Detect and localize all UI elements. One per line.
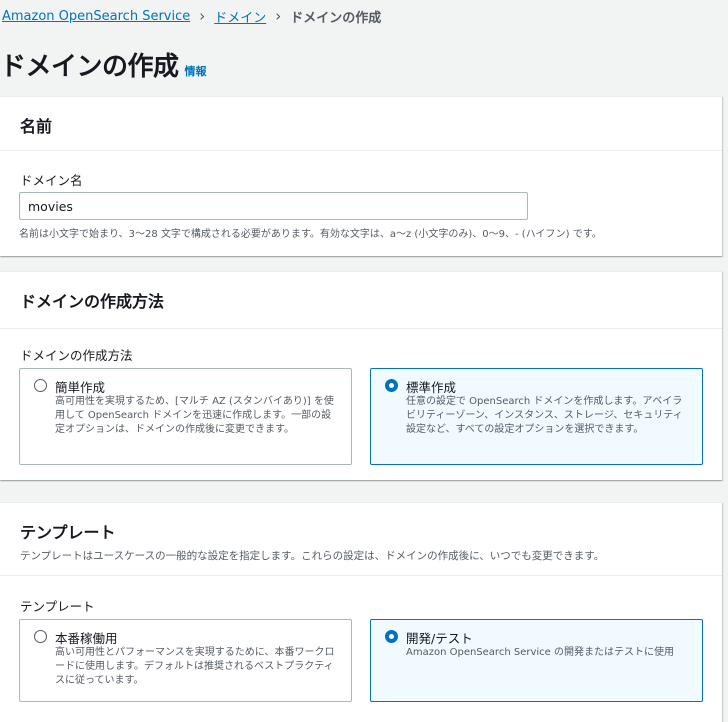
dev-test-description: Amazon OpenSearch Service の開発またはテストに使用 — [406, 647, 674, 658]
creation-method-label: ドメインの作成方法 — [20, 348, 133, 363]
page-title: ドメインの作成 — [0, 52, 179, 82]
creation-method-panel: ドメインの作成方法 ドメインの作成方法 簡単作成 高可用性を実現するため、[マル… — [0, 271, 722, 480]
production-option[interactable]: 本番稼働用 高い可用性とパフォーマンスを実現するために、本番ワークロードに使用し… — [19, 619, 352, 702]
name-panel-header: 名前 — [0, 97, 722, 151]
radio-button-icon[interactable] — [34, 630, 47, 643]
easy-create-title: 簡単作成 — [55, 380, 106, 395]
easy-create-option[interactable]: 簡単作成 高可用性を実現するため、[マルチ AZ (スタンバイあり)] を使用し… — [19, 368, 352, 465]
domain-name-label: ドメイン名 — [20, 173, 83, 188]
radio-button-selected-icon[interactable] — [385, 379, 398, 392]
page-header: ドメインの作成 情報 — [0, 46, 207, 83]
standard-create-title: 標準作成 — [406, 380, 457, 395]
domain-name-input[interactable] — [19, 192, 528, 220]
template-label: テンプレート — [20, 599, 95, 614]
dev-test-title: 開発/テスト — [406, 631, 473, 646]
template-panel: テンプレート テンプレートはユースケースの一般的な設定を指定します。これらの設定… — [0, 502, 722, 722]
name-panel-heading: 名前 — [20, 117, 53, 136]
radio-button-selected-icon[interactable] — [385, 630, 398, 643]
template-header: テンプレート テンプレートはユースケースの一般的な設定を指定します。これらの設定… — [0, 503, 722, 576]
breadcrumb: Amazon OpenSearch Service › ドメイン › ドメインの… — [2, 7, 382, 27]
production-title: 本番稼働用 — [55, 631, 118, 646]
breadcrumb-opensearch-service[interactable]: Amazon OpenSearch Service — [2, 9, 190, 24]
standard-create-option[interactable]: 標準作成 任意の設定で OpenSearch ドメインを作成します。アベイラビリ… — [370, 368, 703, 465]
chevron-right-icon: › — [199, 7, 206, 25]
template-description: テンプレートはユースケースの一般的な設定を指定します。これらの設定は、ドメインの… — [20, 550, 605, 562]
easy-create-description: 高可用性を実現するため、[マルチ AZ (スタンバイあり)] を使用して Ope… — [55, 396, 334, 435]
breadcrumb-domains[interactable]: ドメイン — [214, 7, 266, 26]
creation-method-header: ドメインの作成方法 — [0, 272, 722, 329]
info-link[interactable]: 情報 — [185, 63, 207, 79]
dev-test-option[interactable]: 開発/テスト Amazon OpenSearch Service の開発またはテ… — [370, 619, 703, 702]
breadcrumb-current: ドメインの作成 — [290, 11, 382, 26]
chevron-right-icon: › — [275, 7, 282, 25]
radio-button-icon[interactable] — [34, 379, 47, 392]
production-description: 高い可用性とパフォーマンスを実現するために、本番ワークロードに使用します。デフォ… — [55, 647, 335, 686]
domain-name-hint: 名前は小文字で始まり、3〜28 文字で構成される必要があります。有効な文字は、a… — [19, 229, 602, 240]
standard-create-description: 任意の設定で OpenSearch ドメインを作成します。アベイラビリティーゾー… — [406, 396, 683, 435]
creation-method-heading: ドメインの作成方法 — [20, 292, 165, 311]
template-heading: テンプレート — [20, 523, 116, 542]
name-panel: 名前 ドメイン名 名前は小文字で始まり、3〜28 文字で構成される必要があります… — [0, 96, 722, 256]
